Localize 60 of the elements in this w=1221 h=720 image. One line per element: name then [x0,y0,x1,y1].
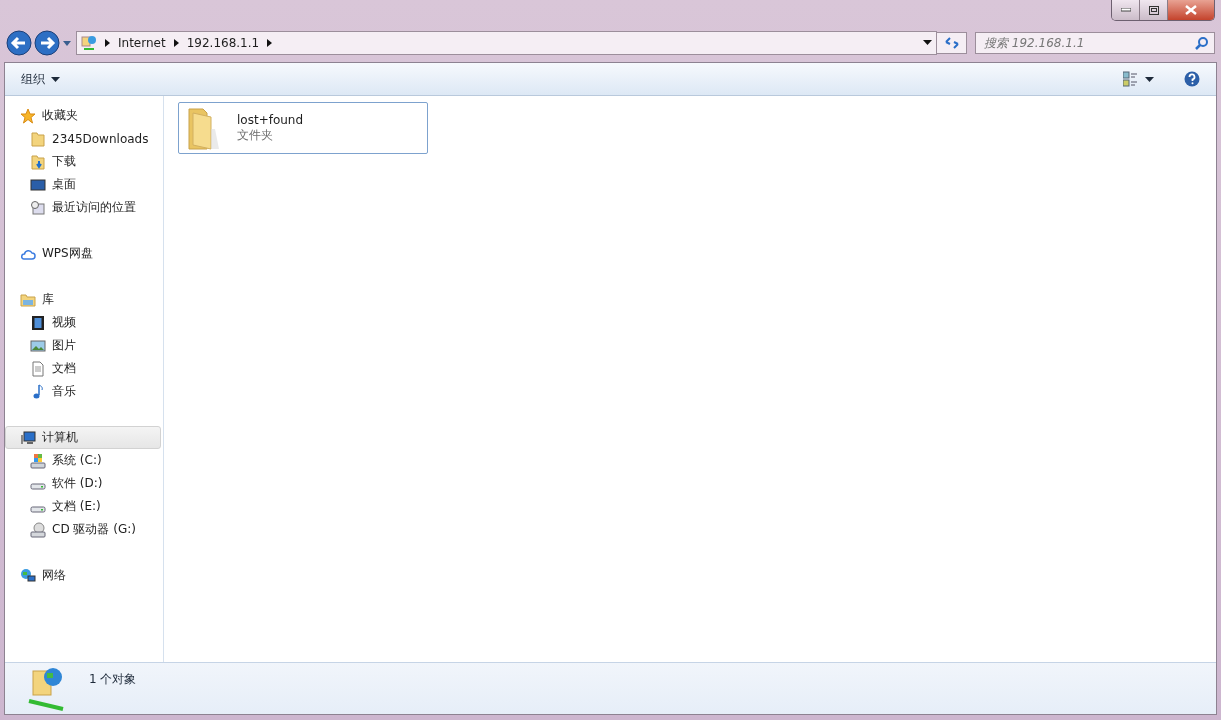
computer-icon [20,429,36,446]
address-dropdown-icon[interactable] [923,40,932,46]
recent-places-icon [30,199,46,216]
sidebar-item[interactable]: 文档 (E:) [5,495,161,518]
close-icon [1185,5,1197,15]
back-button[interactable] [6,30,32,56]
picture-icon [30,337,46,354]
drive-icon [30,506,46,513]
folder-icon [30,130,46,147]
star-icon [20,107,36,124]
file-type: 文件夹 [237,126,274,144]
close-button[interactable] [1168,0,1214,20]
sidebar-item[interactable]: 下载 [5,150,161,173]
view-icon [1123,71,1139,87]
network-location-icon [81,35,97,51]
sidebar-item[interactable]: 库 [5,288,161,311]
caret-icon [1145,76,1154,82]
sidebar-item[interactable]: 视频 [5,311,161,334]
chevron-icon [267,39,273,47]
folder-download-icon [30,153,46,170]
chevron-icon [173,39,179,47]
network-icon [20,567,36,584]
drive-icon [30,483,46,490]
maximize-icon [1148,5,1159,15]
system-drive-icon [30,452,46,469]
organize-menu-button[interactable]: 组织 [17,68,64,90]
refresh-button[interactable] [937,32,967,54]
sidebar-item[interactable]: 系统 (C:) [5,449,161,472]
sidebar-item[interactable]: 网络 [5,564,161,587]
address-bar[interactable]: Internet 192.168.1.1 [76,31,937,55]
sidebar-item[interactable]: CD 驱动器 (G:) [5,518,161,541]
folder-tile[interactable]: lost+found 文件夹 [178,102,428,154]
search-icon [1195,36,1209,50]
search-field[interactable]: 搜索 192.168.1.1 [975,32,1215,54]
sidebar-item[interactable]: 文档 [5,357,161,380]
recent-pages-dropdown[interactable] [62,39,72,47]
document-icon [30,360,46,377]
caret-icon [51,76,60,82]
cd-drive-icon [30,521,46,538]
breadcrumb[interactable]: 192.168.1.1 [186,36,260,50]
minimize-icon [1120,8,1131,12]
forward-button[interactable] [34,30,60,56]
chevron-icon [105,39,110,47]
desktop-icon [30,176,46,193]
sidebar-item[interactable]: 音乐 [5,380,161,403]
library-icon [20,291,36,308]
file-name: lost+found [237,112,304,127]
sidebar-item[interactable]: WPS网盘 [5,242,161,265]
sidebar-item[interactable]: 计算机 [5,426,161,449]
sidebar-item[interactable]: 图片 [5,334,161,357]
help-icon [1184,71,1200,87]
sidebar-item[interactable]: 2345Downloads [5,127,161,150]
status-text: 1 个对象 [89,671,137,688]
film-icon [30,314,46,331]
sidebar-item[interactable]: 桌面 [5,173,161,196]
maximize-button[interactable] [1140,0,1168,20]
sidebar-item[interactable]: 最近访问的位置 [5,196,161,219]
breadcrumb[interactable]: Internet [118,36,166,50]
sidebar-item[interactable]: 收藏夹 [5,104,161,127]
sidebar-item[interactable]: 软件 (D:) [5,472,161,495]
